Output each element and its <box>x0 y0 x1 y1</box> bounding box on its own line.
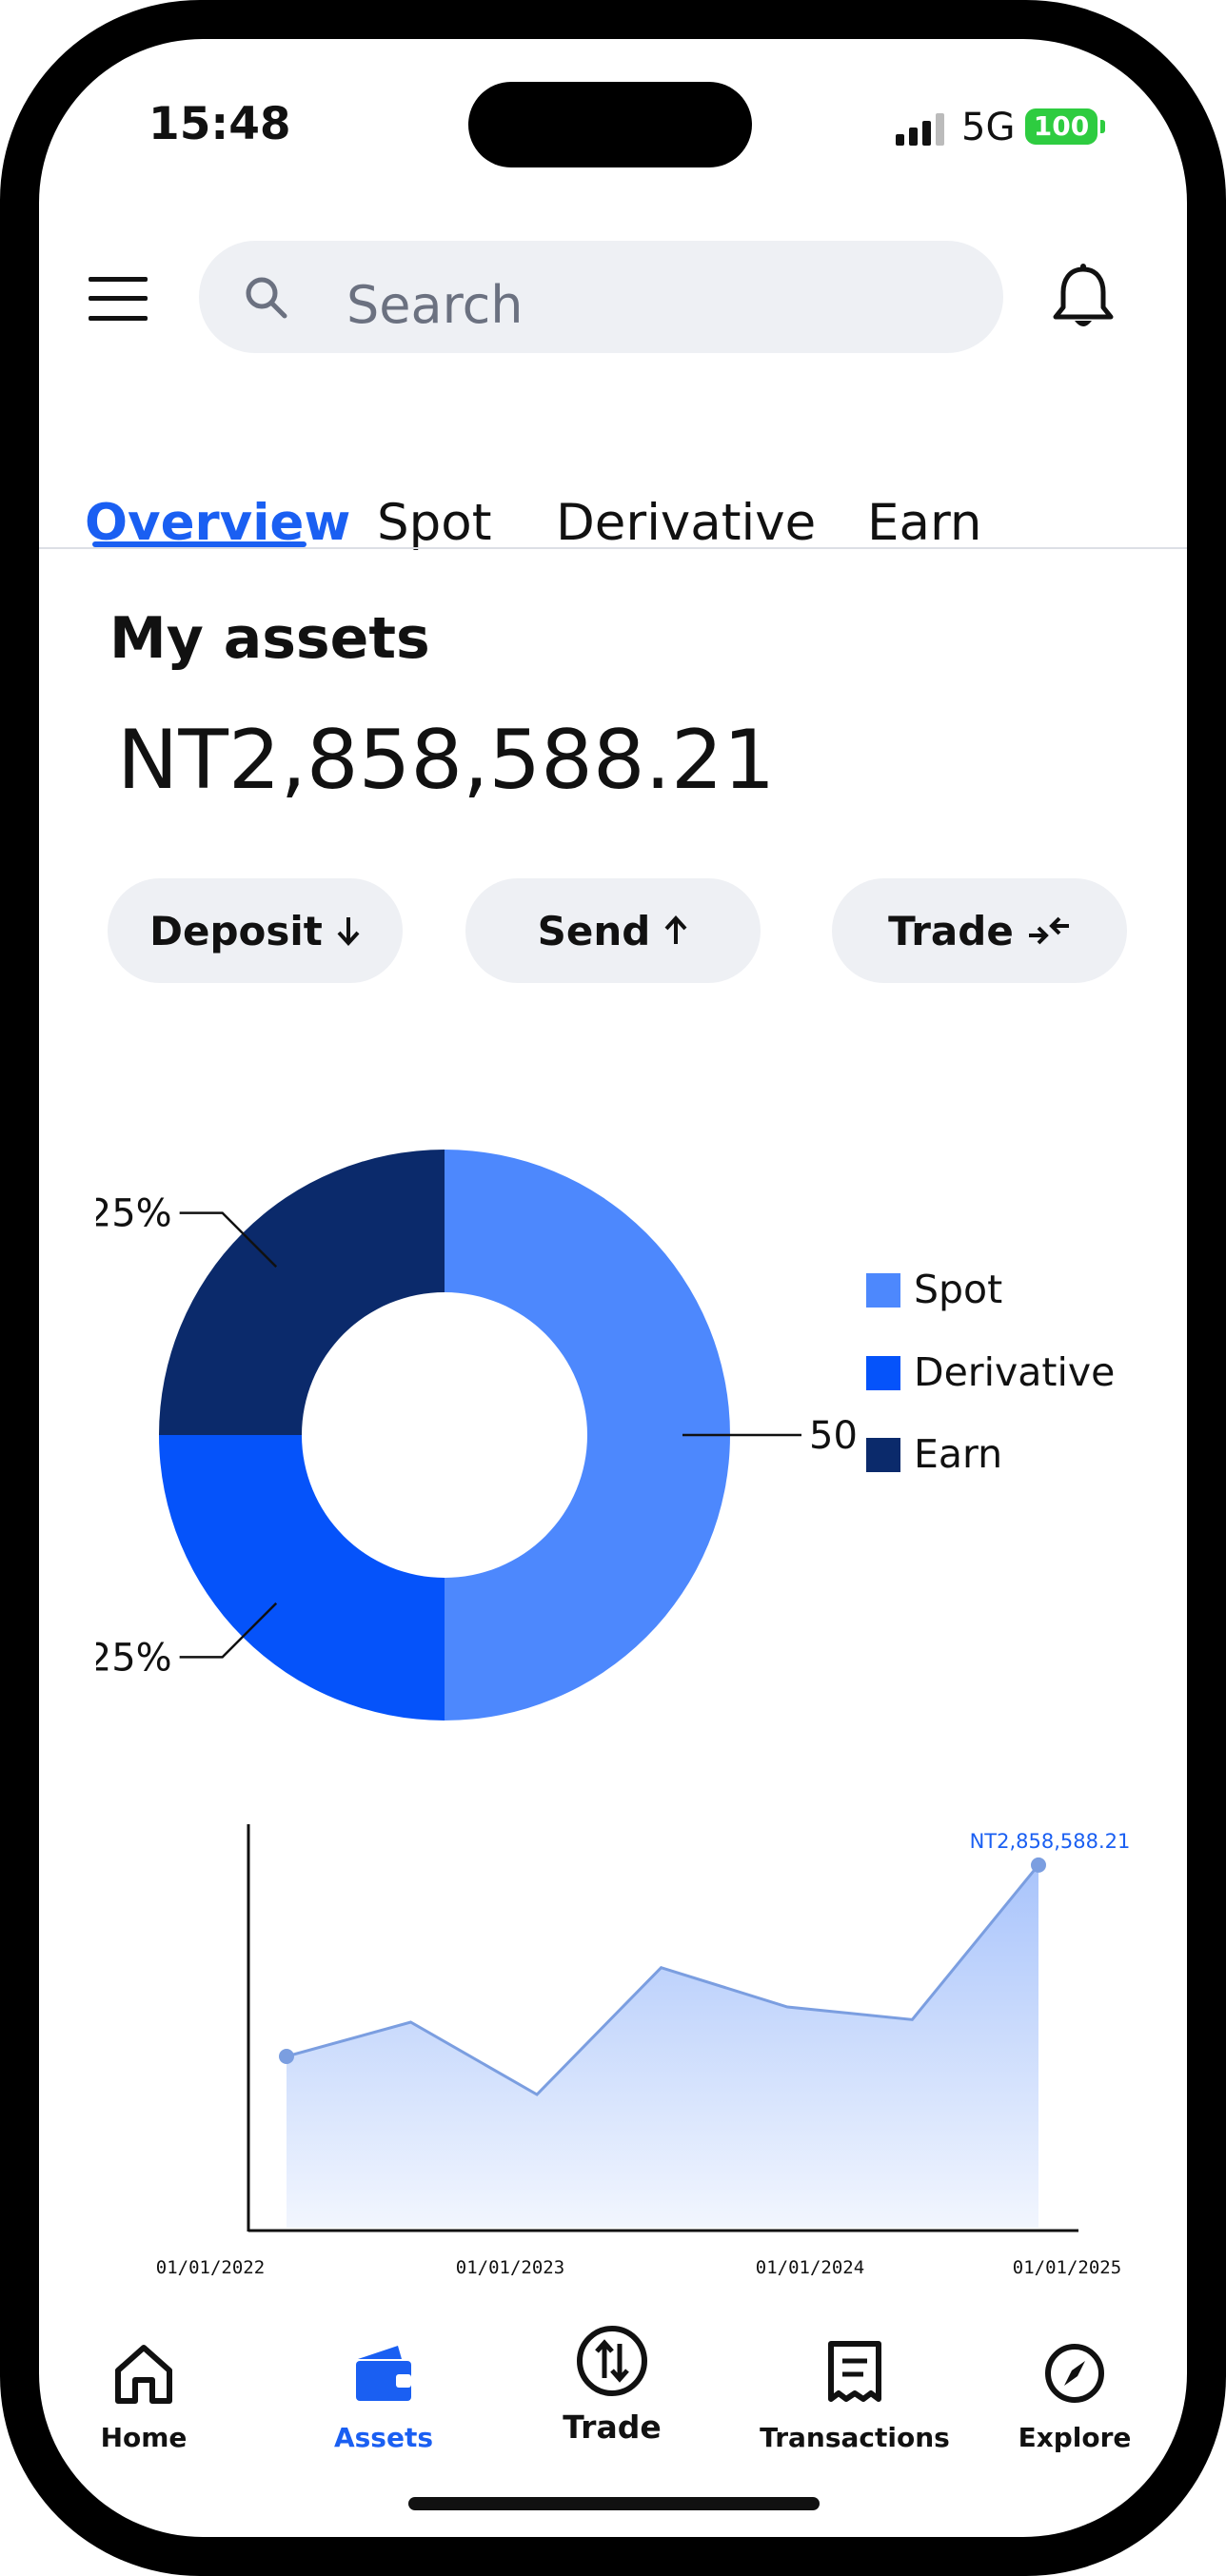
battery-level: 100 <box>1025 108 1097 145</box>
nav-assets[interactable]: Assets <box>288 2340 479 2453</box>
tab-spot[interactable]: Spot <box>377 494 492 552</box>
slice-label-derivative: 25% <box>96 1636 172 1680</box>
donut-slice-earn <box>159 1150 445 1435</box>
status-time: 15:48 <box>148 98 291 150</box>
legend-swatch-earn <box>866 1438 900 1472</box>
end-value-label: NT2,858,588.21 <box>970 1830 1131 1853</box>
wallet-icon <box>356 2346 411 2401</box>
assets-history-area-chart: NT2,858,588.21 01/01/2022 01/01/2023 01/01/… <box>156 1824 1131 2278</box>
legend-label-spot: Spot <box>914 1267 1003 1312</box>
screen: 15:48 5G 100 Search Overview Spot Deriva… <box>39 39 1187 2537</box>
nav-assets-label: Assets <box>333 2422 434 2453</box>
trade-icon <box>577 2326 647 2396</box>
swap-arrows-icon <box>1028 916 1069 945</box>
x-tick-label: 01/01/2023 <box>456 2257 564 2278</box>
hamburger-icon[interactable] <box>89 277 148 321</box>
nav-home[interactable]: Home <box>49 2340 239 2453</box>
slice-label-spot: 50% <box>809 1414 858 1458</box>
start-point <box>279 2049 294 2064</box>
trade-label: Trade <box>888 907 1014 954</box>
search-icon <box>246 277 287 319</box>
tab-earn[interactable]: Earn <box>867 494 981 552</box>
legend-derivative: Derivative <box>866 1349 1115 1395</box>
dynamic-island <box>468 82 752 167</box>
network-type: 5G <box>961 106 1016 149</box>
legend-swatch-derivative <box>866 1356 900 1390</box>
search-placeholder: Search <box>346 275 524 335</box>
home-icon <box>115 2345 172 2404</box>
signal-icon <box>896 113 944 146</box>
nav-transactions[interactable]: Transactions <box>760 2340 950 2453</box>
tab-divider <box>39 547 1187 549</box>
legend-label-earn: Earn <box>914 1431 1003 1477</box>
home-indicator <box>408 2497 820 2510</box>
legend-swatch-spot <box>866 1273 900 1308</box>
assets-title: My assets <box>109 605 430 672</box>
arrow-up-icon <box>664 915 687 944</box>
send-label: Send <box>537 907 651 954</box>
nav-transactions-label: Transactions <box>760 2422 950 2453</box>
deposit-label: Deposit <box>149 907 323 954</box>
tab-derivative[interactable]: Derivative <box>556 494 816 552</box>
allocation-donut-chart: 50% 25% 25% <box>96 1150 858 1721</box>
x-tick-label: 01/01/2024 <box>756 2257 864 2278</box>
bell-icon[interactable] <box>1052 264 1115 332</box>
slice-label-earn: 25% <box>96 1192 172 1236</box>
phone-frame: 15:48 5G 100 Search Overview Spot Deriva… <box>0 0 1226 2576</box>
battery-cap <box>1100 120 1105 133</box>
area-fill <box>287 1864 1038 2228</box>
nav-trade-label: Trade <box>563 2409 662 2446</box>
nav-trade[interactable]: Trade <box>517 2323 707 2446</box>
legend-label-derivative: Derivative <box>914 1349 1116 1395</box>
arrow-down-icon <box>337 917 360 946</box>
trade-button[interactable]: Trade <box>832 878 1127 983</box>
send-button[interactable]: Send <box>465 878 761 983</box>
x-tick-label: 01/01/2025 <box>1013 2257 1121 2278</box>
end-point <box>1031 1857 1046 1873</box>
search-input[interactable] <box>199 241 1003 353</box>
deposit-button[interactable]: Deposit <box>108 878 403 983</box>
receipt-icon <box>828 2341 881 2402</box>
legend-earn: Earn <box>866 1431 1002 1477</box>
nav-explore[interactable]: Explore <box>979 2340 1170 2453</box>
compass-icon <box>1045 2344 1104 2403</box>
total-assets-value: NT2,858,588.21 <box>117 713 776 808</box>
nav-home-label: Home <box>100 2422 188 2453</box>
legend-spot: Spot <box>866 1267 1002 1312</box>
nav-explore-label: Explore <box>1018 2422 1132 2453</box>
donut-slice-derivative <box>159 1435 445 1721</box>
x-tick-label: 01/01/2022 <box>156 2257 265 2278</box>
